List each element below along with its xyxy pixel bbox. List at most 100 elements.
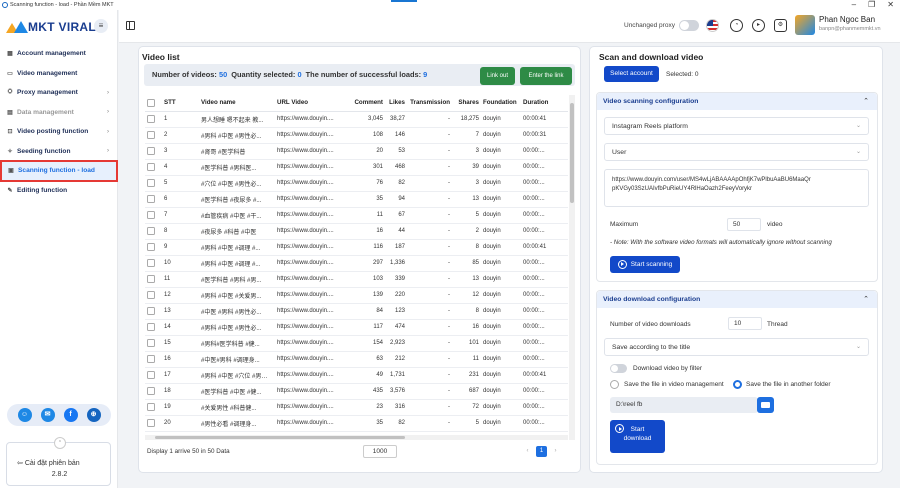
- gear-icon[interactable]: ⚙: [774, 19, 787, 32]
- row-checkbox-cell[interactable]: [145, 415, 162, 432]
- row-checkbox[interactable]: [147, 323, 155, 331]
- row-checkbox-cell[interactable]: [145, 239, 162, 256]
- play-circle-icon[interactable]: ▸: [752, 19, 765, 32]
- hamburger-icon[interactable]: ≡: [94, 19, 108, 33]
- row-checkbox-cell[interactable]: [145, 255, 162, 272]
- column-header-comment[interactable]: Comment: [349, 95, 385, 112]
- row-checkbox-cell[interactable]: [145, 271, 162, 288]
- row-checkbox-cell[interactable]: [145, 399, 162, 416]
- prev-page-button[interactable]: ‹: [522, 446, 533, 457]
- column-header-stt[interactable]: STT: [162, 95, 199, 112]
- row-checkbox[interactable]: [147, 403, 155, 411]
- column-header-foundation[interactable]: Foundation: [481, 95, 521, 112]
- table-row[interactable]: 4 #医学科普 #男科医... https://www.douyin.... 301 4…: [145, 159, 568, 176]
- per-page-select[interactable]: 1000: [363, 445, 397, 458]
- row-checkbox[interactable]: [147, 131, 155, 139]
- column-header-transmission[interactable]: Transmission: [407, 95, 452, 112]
- row-checkbox-cell[interactable]: [145, 223, 162, 240]
- table-row[interactable]: 19 #关爱男性 #科普健... https://www.douyin.... 23 3…: [145, 399, 568, 416]
- save-in-management-radio[interactable]: [610, 380, 619, 389]
- enter-link-button[interactable]: Enter the link: [520, 67, 572, 85]
- select-all-checkbox[interactable]: [147, 98, 155, 107]
- row-checkbox-cell[interactable]: [145, 159, 162, 176]
- sidebar-item-data-management[interactable]: ▤ Data management ›: [0, 103, 118, 123]
- support-icon[interactable]: ☺: [17, 408, 32, 422]
- sidebar-item-video-posting-function[interactable]: ⊡ Video posting function ›: [0, 122, 118, 142]
- table-row[interactable]: 18 #医学科普 #中医 #健... https://www.douyin.... 4…: [145, 383, 568, 400]
- row-checkbox[interactable]: [147, 115, 155, 123]
- messenger-icon[interactable]: ✉: [40, 408, 55, 422]
- row-checkbox-cell[interactable]: [145, 335, 162, 352]
- row-checkbox-cell[interactable]: [145, 383, 162, 400]
- page-1-button[interactable]: 1: [536, 446, 547, 457]
- download-config-header[interactable]: Video download configuration ⌃: [597, 291, 877, 308]
- maximize-button[interactable]: ❐: [868, 0, 875, 10]
- row-checkbox-cell[interactable]: [145, 287, 162, 304]
- minimize-button[interactable]: –: [852, 0, 856, 10]
- row-checkbox-cell[interactable]: [145, 303, 162, 320]
- table-row[interactable]: 6 #医学科普 #夜尿多 #... https://www.douyin.... 35…: [145, 191, 568, 208]
- row-checkbox[interactable]: [147, 275, 155, 283]
- row-checkbox-cell[interactable]: [145, 175, 162, 192]
- row-checkbox[interactable]: [147, 371, 155, 379]
- column-header-likes[interactable]: Likes: [385, 95, 407, 112]
- table-row[interactable]: 5 #穴位 #中医 #男性必... https://www.douyin.... 76…: [145, 175, 568, 192]
- start-scanning-button[interactable]: Start scanning: [610, 256, 680, 273]
- version-box[interactable]: ⌃ ⇦ Cài đặt phiên bản 2.8.2: [6, 437, 111, 486]
- row-checkbox[interactable]: [147, 339, 155, 347]
- facebook-icon[interactable]: f: [63, 408, 78, 422]
- table-row[interactable]: 11 #医学科普 #男科 #男... https://www.douyin.... 1…: [145, 271, 568, 288]
- row-checkbox[interactable]: [147, 355, 155, 363]
- sidebar-item-account-management[interactable]: ▦ Account management: [0, 44, 118, 64]
- sidebar-item-video-management[interactable]: ▭ Video management: [0, 64, 118, 84]
- table-row[interactable]: 16 #中医#男科 #调理身... https://www.douyin.... 63…: [145, 351, 568, 368]
- table-row[interactable]: 17 #男科 #中医 #穴位 #男性必... https://www.douyin.…: [145, 367, 568, 384]
- bell-icon[interactable]: ◔: [730, 19, 743, 32]
- scan-config-header[interactable]: Video scanning configuration ⌃: [597, 93, 877, 110]
- globe-icon[interactable]: ⊕: [86, 408, 101, 422]
- chevron-up-icon[interactable]: ⌃: [863, 291, 869, 308]
- row-checkbox-cell[interactable]: [145, 351, 162, 368]
- table-row[interactable]: 20 #男性必看 #调理身... https://www.douyin.... 35 8…: [145, 415, 568, 432]
- url-textarea[interactable]: https://www.douyin.com/user/MS4wLjABAAAA…: [604, 169, 869, 207]
- row-checkbox-cell[interactable]: [145, 127, 162, 144]
- table-row[interactable]: 2 #男科 #中医 #男性必... https://www.douyin.... 10…: [145, 127, 568, 144]
- save-in-folder-radio[interactable]: [733, 380, 742, 389]
- row-checkbox[interactable]: [147, 195, 155, 203]
- close-button[interactable]: ✕: [887, 0, 894, 10]
- table-row[interactable]: 13 #中医 #男科 #男性必... https://www.douyin.... 8…: [145, 303, 568, 320]
- proxy-toggle[interactable]: [679, 20, 699, 31]
- table-row[interactable]: 7 #血管疾病 #中医 #干... https://www.douyin.... 11…: [145, 207, 568, 224]
- row-checkbox-cell[interactable]: [145, 367, 162, 384]
- row-checkbox[interactable]: [147, 211, 155, 219]
- row-checkbox-cell[interactable]: [145, 191, 162, 208]
- horizontal-scrollbar[interactable]: [145, 435, 568, 440]
- table-row[interactable]: 15 #男科#医学科普 #健... https://www.douyin.... 15…: [145, 335, 568, 352]
- downloads-input[interactable]: 10: [728, 317, 762, 330]
- folder-path-input[interactable]: D:\reel fb: [610, 397, 758, 413]
- row-checkbox[interactable]: [147, 419, 155, 427]
- row-checkbox-cell[interactable]: [145, 143, 162, 160]
- sidebar-item-editing-function[interactable]: ✎ Editing function: [0, 181, 118, 201]
- chevron-up-icon[interactable]: ⌃: [863, 93, 869, 110]
- sidebar-item-proxy-management[interactable]: ⛭ Proxy management ›: [0, 83, 118, 103]
- select-all-header[interactable]: [145, 95, 162, 112]
- table-row[interactable]: 10 #男科 #中医 #调理 #... https://www.douyin....…: [145, 255, 568, 272]
- table-row[interactable]: 9 #男科 #中医 #调理 #... https://www.douyin.... 1…: [145, 239, 568, 256]
- vertical-scrollbar[interactable]: [569, 95, 575, 440]
- table-row[interactable]: 1 男人想睡 嗯不起来 教... https://www.douyin.... 3,0…: [145, 111, 568, 128]
- select-account-button[interactable]: Select account: [604, 66, 659, 82]
- start-download-button[interactable]: Start download: [610, 420, 665, 453]
- row-checkbox[interactable]: [147, 259, 155, 267]
- source-type-select[interactable]: User ⌄: [604, 143, 869, 161]
- row-checkbox[interactable]: [147, 387, 155, 395]
- platform-select[interactable]: Instagram Reels platform ⌄: [604, 117, 869, 135]
- column-header-video-name[interactable]: Video name: [199, 95, 275, 112]
- row-checkbox[interactable]: [147, 307, 155, 315]
- us-flag-icon[interactable]: [706, 19, 719, 32]
- table-row[interactable]: 8 #夜尿多 #科普 #中医 https://www.douyin.... 16 44-…: [145, 223, 568, 240]
- table-row[interactable]: 12 #男科 #中医 #关爱男... https://www.douyin.... 1…: [145, 287, 568, 304]
- sidebar-item-scanning-function-load[interactable]: ▣ Scanning function - load: [0, 160, 118, 182]
- row-checkbox[interactable]: [147, 291, 155, 299]
- row-checkbox[interactable]: [147, 163, 155, 171]
